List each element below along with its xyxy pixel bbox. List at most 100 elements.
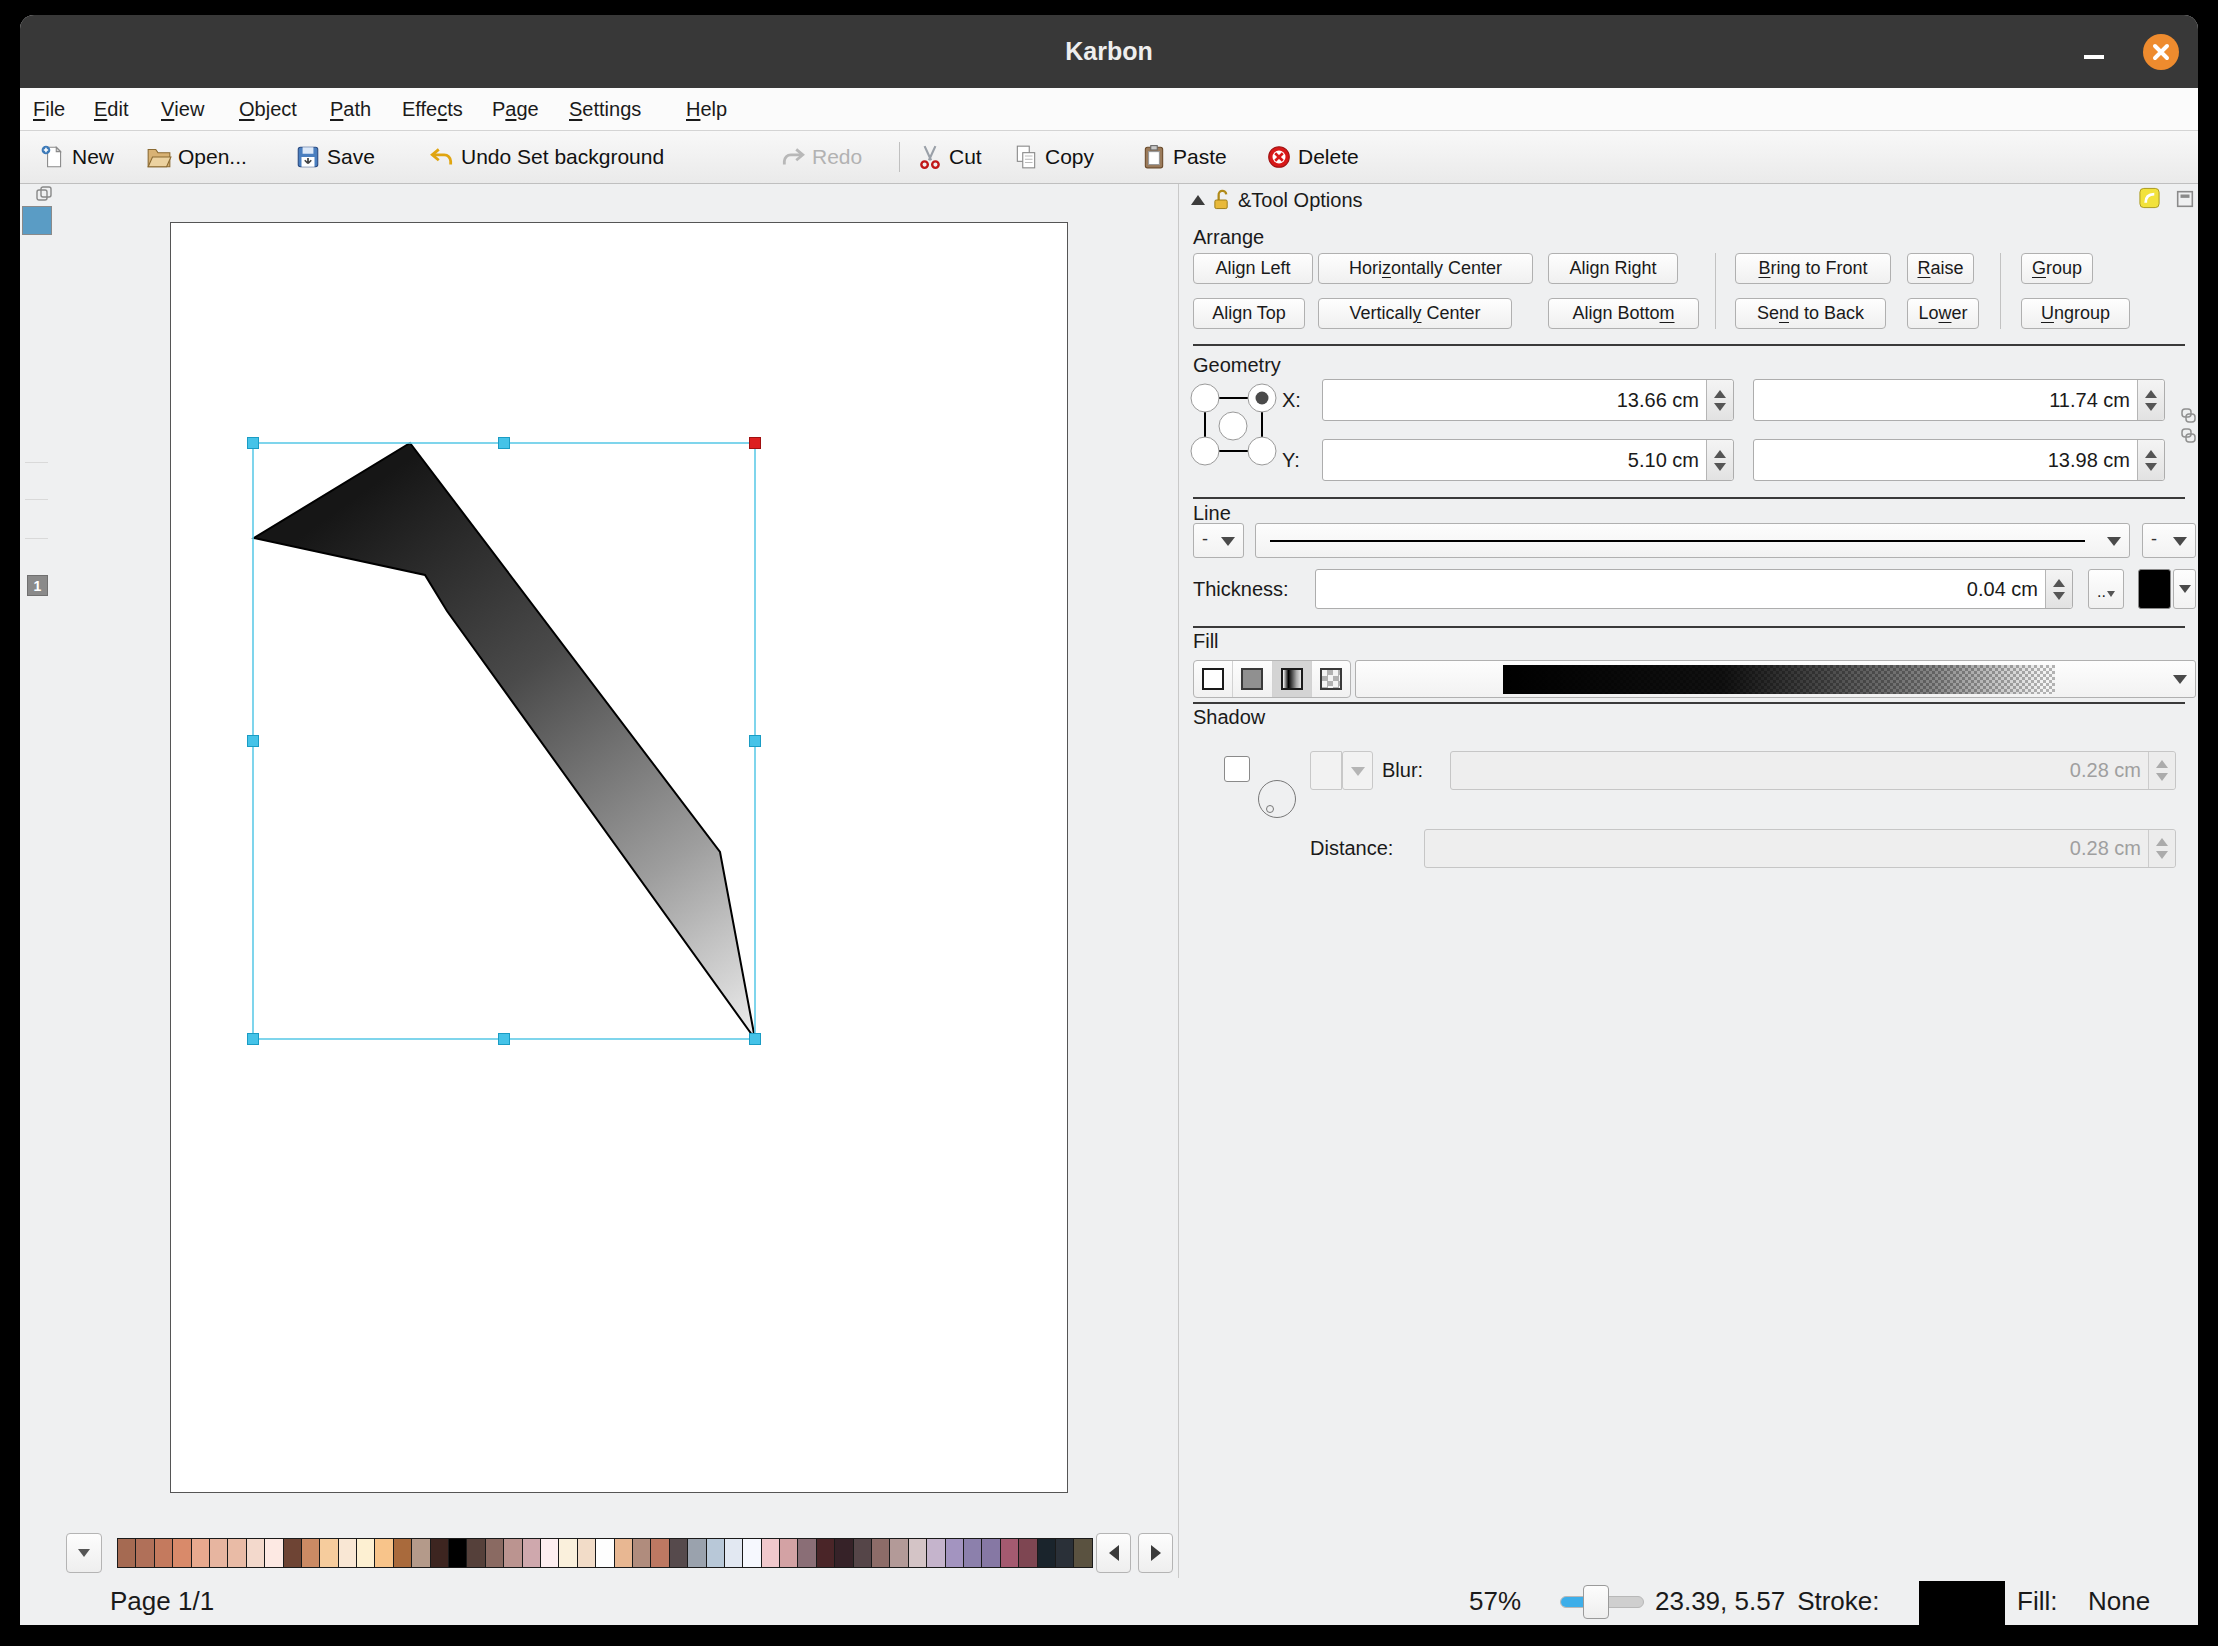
ungroup-button[interactable]: Ungroup (2021, 298, 2130, 329)
zoom-slider[interactable] (1560, 1578, 1644, 1625)
menu-help[interactable]: Help (686, 88, 727, 130)
open-button[interactable]: Open... (146, 131, 247, 183)
color-swatch[interactable] (725, 1539, 743, 1567)
menu-page[interactable]: Page (492, 88, 539, 130)
color-swatch[interactable] (302, 1539, 320, 1567)
color-swatch[interactable] (136, 1539, 154, 1567)
horizontally-center-button[interactable]: Horizontally Center (1318, 253, 1533, 284)
color-swatch[interactable] (339, 1539, 357, 1567)
shadow-color-dropdown[interactable] (1342, 751, 1373, 790)
color-swatch[interactable] (578, 1539, 596, 1567)
color-swatch[interactable] (1056, 1539, 1074, 1567)
color-swatch[interactable] (651, 1539, 669, 1567)
color-swatch[interactable] (192, 1539, 210, 1567)
color-swatch[interactable] (1019, 1539, 1037, 1567)
color-swatch[interactable] (909, 1539, 927, 1567)
stroke-color-button[interactable] (2138, 569, 2171, 609)
color-swatch[interactable] (486, 1539, 504, 1567)
panel-splitter[interactable] (1178, 184, 1179, 1578)
color-swatch[interactable] (762, 1539, 780, 1567)
color-swatch[interactable] (431, 1539, 449, 1567)
color-swatch[interactable] (743, 1539, 761, 1567)
color-swatch[interactable] (1001, 1539, 1019, 1567)
new-button[interactable]: New (40, 131, 114, 183)
color-swatch[interactable] (1038, 1539, 1056, 1567)
color-swatch[interactable] (982, 1539, 1000, 1567)
x-position-input[interactable]: 13.66 cm (1322, 379, 1734, 421)
color-swatch[interactable] (964, 1539, 982, 1567)
unlock-icon[interactable] (1212, 188, 1231, 212)
close-button[interactable] (2143, 34, 2179, 70)
dash-pattern-button[interactable]: .. (2088, 569, 2124, 609)
vertically-center-button[interactable]: Vertically Center (1318, 298, 1512, 329)
color-swatch[interactable] (247, 1539, 265, 1567)
raise-button[interactable]: Raise (1907, 253, 1974, 284)
color-swatch[interactable] (817, 1539, 835, 1567)
anchor-selector[interactable] (1188, 380, 1284, 472)
color-swatch[interactable] (210, 1539, 228, 1567)
color-swatch[interactable] (670, 1539, 688, 1567)
link-width-icon[interactable] (2181, 408, 2196, 423)
color-swatch[interactable] (173, 1539, 191, 1567)
color-swatch[interactable] (835, 1539, 853, 1567)
color-swatch[interactable] (412, 1539, 430, 1567)
fill-pattern-button[interactable] (1312, 661, 1350, 697)
fill-gradient-button[interactable] (1273, 661, 1312, 697)
fill-none-button[interactable] (1194, 661, 1233, 697)
menu-view[interactable]: View (161, 88, 204, 130)
shadow-color-button[interactable] (1310, 751, 1342, 790)
save-button[interactable]: Save (295, 131, 375, 183)
color-swatch[interactable] (320, 1539, 338, 1567)
align-bottom-button[interactable]: Align Bottom (1548, 298, 1699, 329)
distance-input[interactable]: 0.28 cm (1424, 829, 2176, 868)
redo-button[interactable]: Redo (780, 131, 862, 183)
y-position-input[interactable]: 5.10 cm (1322, 439, 1734, 481)
line-style-select[interactable] (1255, 523, 2130, 558)
menu-settings[interactable]: Settings (569, 88, 641, 130)
color-swatch[interactable] (375, 1539, 393, 1567)
palette-strip[interactable] (117, 1538, 1093, 1568)
lower-button[interactable]: Lower (1907, 298, 1979, 329)
menu-object[interactable]: Object (239, 88, 297, 130)
collapse-icon[interactable] (1191, 195, 1205, 205)
color-swatch[interactable] (596, 1539, 614, 1567)
color-swatch[interactable] (559, 1539, 577, 1567)
color-swatch[interactable] (633, 1539, 651, 1567)
palette-prev-button[interactable] (1096, 1533, 1131, 1573)
color-swatch[interactable] (798, 1539, 816, 1567)
align-left-button[interactable]: Align Left (1193, 253, 1313, 284)
palette-next-button[interactable] (1138, 1533, 1173, 1573)
color-swatch[interactable] (615, 1539, 633, 1567)
color-swatch[interactable] (504, 1539, 522, 1567)
menu-file[interactable]: File (33, 88, 65, 130)
pin-icon[interactable] (2138, 186, 2161, 210)
minimize-button[interactable] (2075, 41, 2113, 67)
color-swatch[interactable] (467, 1539, 485, 1567)
line-end-marker-select[interactable]: - (2142, 523, 2196, 558)
color-swatch[interactable] (357, 1539, 375, 1567)
stroke-swatch[interactable] (1919, 1579, 2005, 1625)
copy-button[interactable]: Copy (1013, 131, 1094, 183)
color-swatch[interactable] (228, 1539, 246, 1567)
titlebar[interactable]: Karbon (20, 15, 2198, 88)
color-swatch[interactable] (854, 1539, 872, 1567)
stroke-color-dropdown[interactable] (2173, 569, 2196, 609)
group-button[interactable]: Group (2021, 253, 2093, 284)
color-swatch[interactable] (927, 1539, 945, 1567)
float-icon[interactable] (2176, 190, 2194, 208)
color-swatch[interactable] (155, 1539, 173, 1567)
drawn-shape[interactable] (254, 443, 755, 1039)
cut-button[interactable]: Cut (917, 131, 982, 183)
menu-edit[interactable]: Edit (94, 88, 128, 130)
color-swatch[interactable] (118, 1539, 136, 1567)
width-input[interactable]: 11.74 cm (1753, 379, 2165, 421)
color-swatch[interactable] (523, 1539, 541, 1567)
send-to-back-button[interactable]: Send to Back (1735, 298, 1886, 329)
zoom-slider-handle[interactable] (1583, 1585, 1609, 1619)
align-right-button[interactable]: Align Right (1548, 253, 1678, 284)
menu-path[interactable]: Path (330, 88, 371, 130)
align-top-button[interactable]: Align Top (1193, 298, 1305, 329)
thickness-input[interactable]: 0.04 cm (1315, 569, 2073, 609)
menu-effects[interactable]: Effects (402, 88, 463, 130)
color-swatch[interactable] (541, 1539, 559, 1567)
